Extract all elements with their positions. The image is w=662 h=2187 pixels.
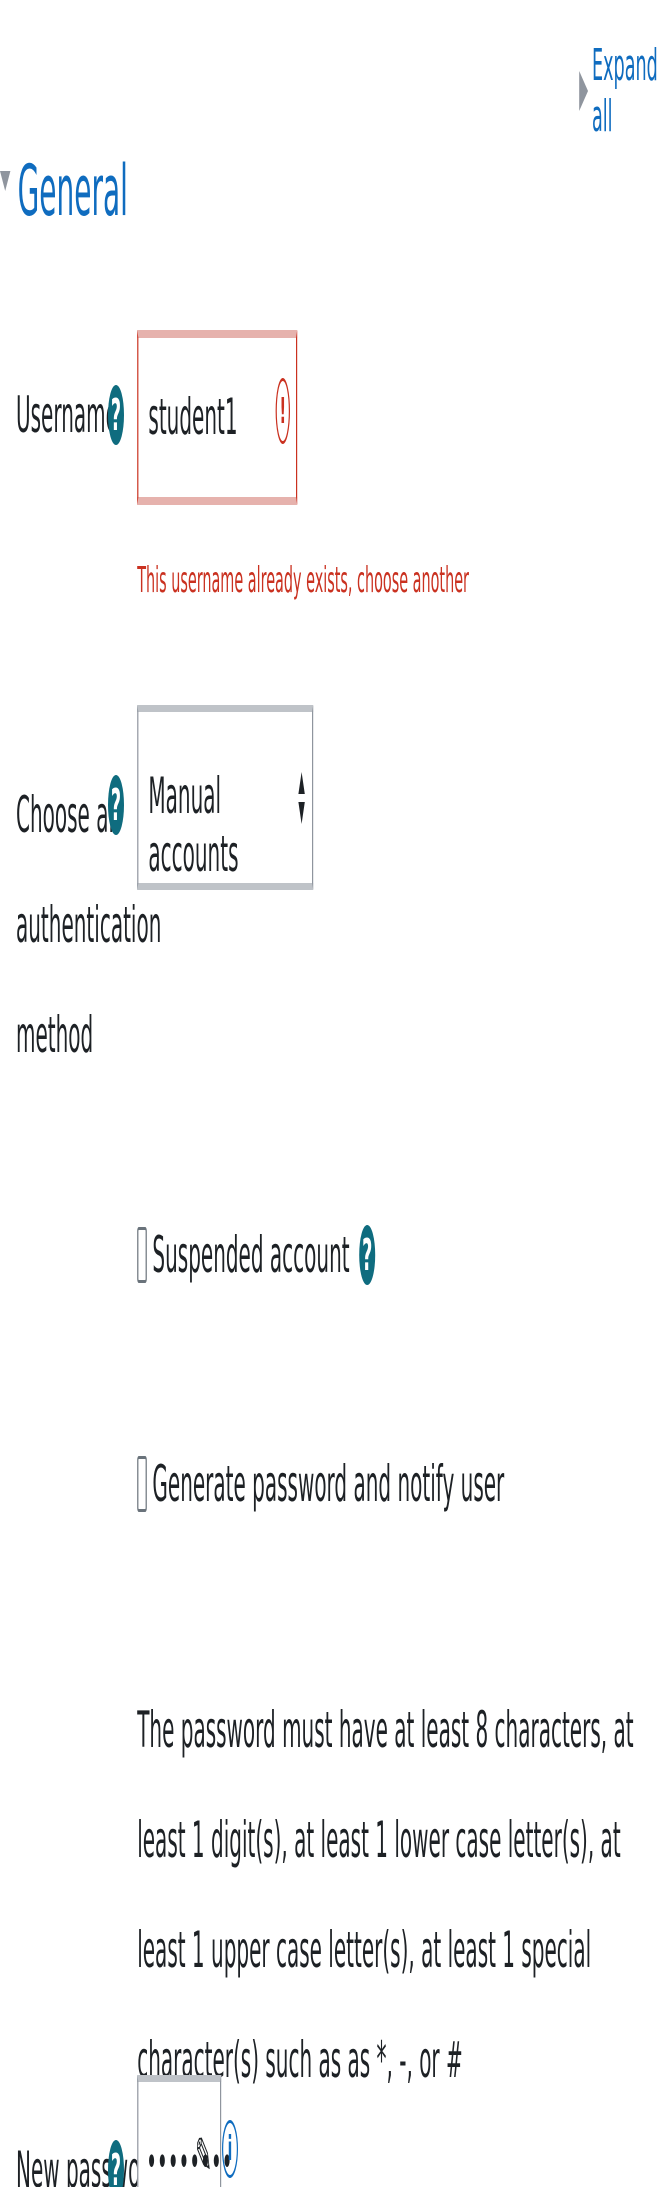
page: Expand all General Username ? student1 !… bbox=[0, 0, 662, 2187]
section-toggle-general[interactable]: General bbox=[0, 150, 128, 232]
expand-all-link[interactable]: Expand all bbox=[579, 40, 662, 142]
section-title: General bbox=[17, 150, 128, 232]
username-label: Username bbox=[16, 386, 118, 444]
auth-help-icon[interactable]: ? bbox=[108, 775, 124, 835]
generate-password-row: Generate password and notify user bbox=[137, 1455, 504, 1513]
suspended-account-label: Suspended account bbox=[152, 1226, 350, 1284]
auth-method-selected: Manual accounts bbox=[148, 767, 239, 883]
username-help-icon[interactable]: ? bbox=[108, 385, 124, 445]
generate-password-checkbox[interactable] bbox=[137, 1456, 147, 1512]
username-error: This username already exists, choose ano… bbox=[137, 560, 469, 601]
pencil-icon[interactable]: ✎ bbox=[195, 2127, 212, 2185]
info-icon[interactable]: i bbox=[222, 2120, 238, 2178]
username-field[interactable]: student1 ! bbox=[137, 330, 298, 505]
caret-right-icon bbox=[579, 71, 588, 111]
auth-label-line-1: Choose an bbox=[16, 786, 122, 844]
suspended-account-checkbox[interactable] bbox=[137, 1227, 147, 1283]
expand-all-label: Expand all bbox=[592, 40, 658, 142]
password-policy-text: The password must have at least 8 charac… bbox=[137, 1701, 634, 2089]
auth-method-select[interactable]: Manual accounts bbox=[137, 705, 314, 890]
form-canvas: Expand all General Username ? student1 !… bbox=[0, 0, 662, 2187]
username-value: student1 bbox=[148, 388, 238, 446]
suspended-account-row: Suspended account ? bbox=[137, 1225, 376, 1285]
new-password-value: •••••••• bbox=[146, 2137, 233, 2187]
suspended-help-icon[interactable]: ? bbox=[359, 1225, 376, 1285]
auth-label-line-3: method bbox=[16, 1006, 94, 1064]
exclamation-icon: ! bbox=[275, 378, 290, 444]
caret-down-icon bbox=[0, 171, 11, 191]
select-arrows-icon bbox=[298, 772, 305, 832]
new-password-field[interactable]: •••••••• ✎ bbox=[137, 2075, 232, 2187]
generate-password-label: Generate password and notify user bbox=[152, 1455, 505, 1513]
